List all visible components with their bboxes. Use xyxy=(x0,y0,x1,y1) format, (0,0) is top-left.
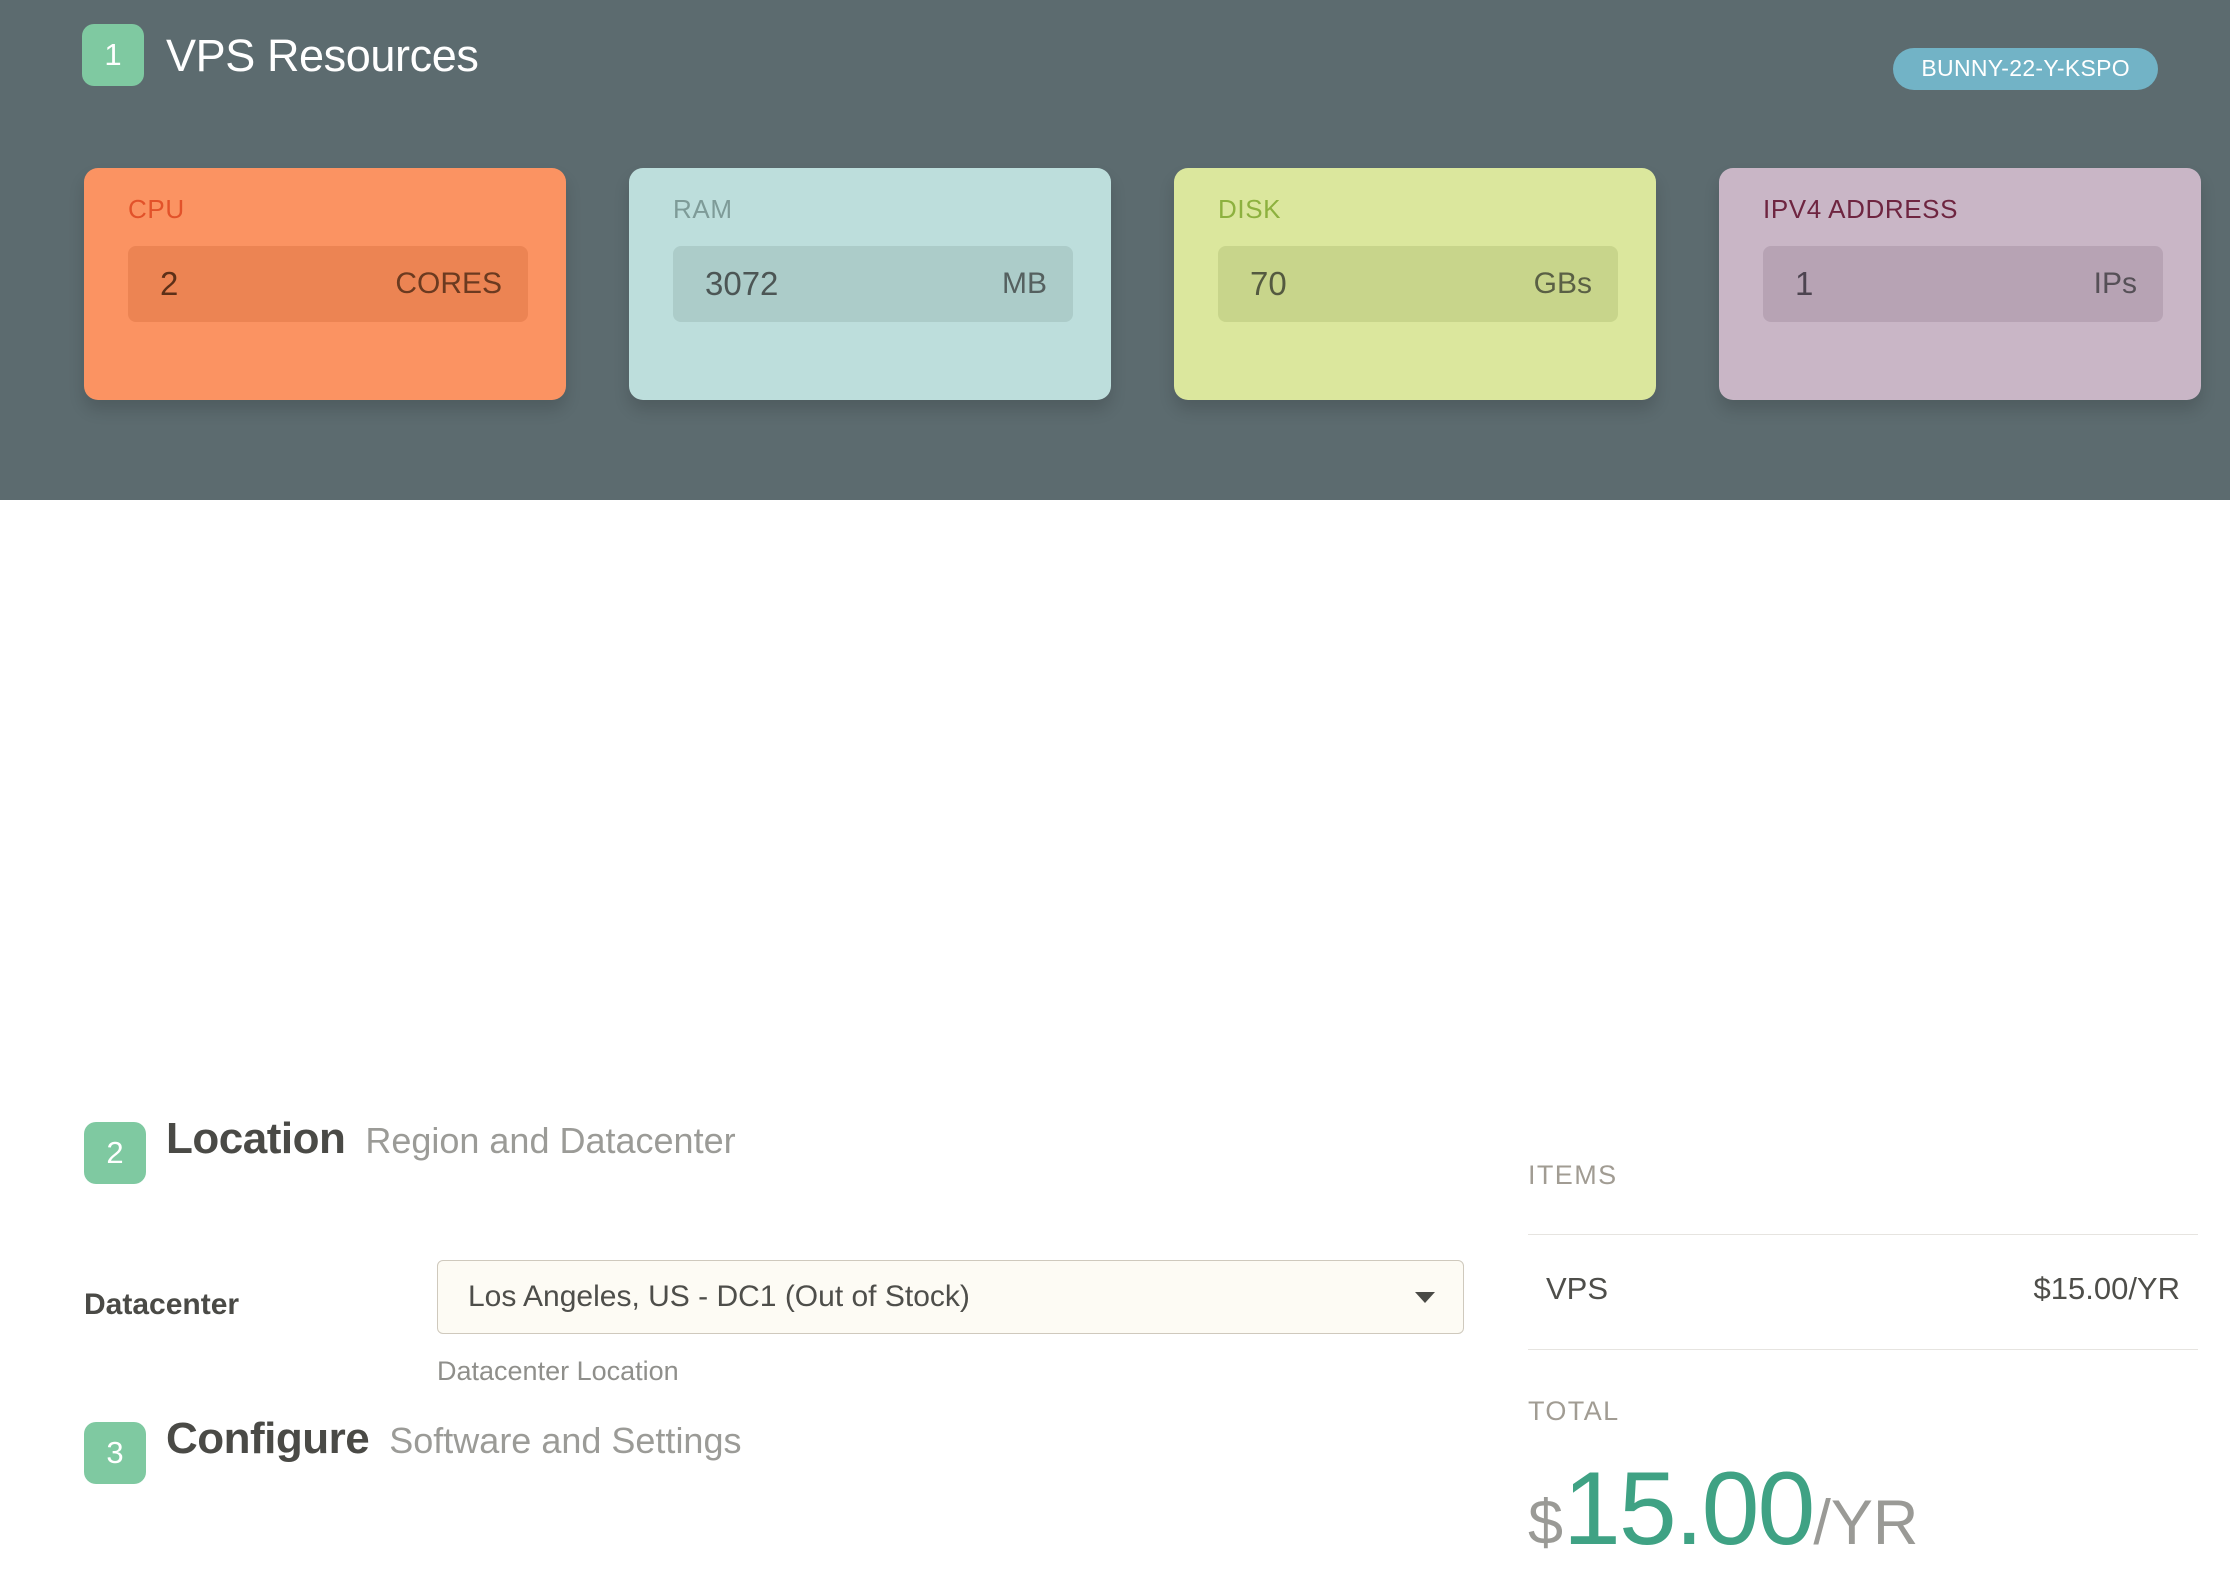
resource-unit-ram: MB xyxy=(1002,267,1047,300)
section-title-location: Location xyxy=(166,1114,346,1163)
datacenter-field-column: Los Angeles, US - DC1 (Out of Stock) Dat… xyxy=(437,1260,1464,1387)
items-divider-bottom xyxy=(1528,1349,2198,1350)
resource-input-cpu[interactable]: 2 CORES xyxy=(128,246,528,322)
total-currency-symbol: $ xyxy=(1528,1488,1564,1558)
order-summary-rail: ITEMS VPS $15.00/YR TOTAL $ 15.00 /YR LO… xyxy=(1528,1160,2198,1596)
resource-card-cpu: CPU 2 CORES xyxy=(84,168,566,400)
resource-unit-cpu: CORES xyxy=(395,267,502,300)
resource-label-ipv4: IPV4 ADDRESS xyxy=(1763,194,1959,224)
resource-card-ipv4: IPV4 ADDRESS 1 IPs xyxy=(1719,168,2201,400)
resource-card-disk: DISK 70 GBs xyxy=(1174,168,1656,400)
resource-value-ipv4: 1 xyxy=(1795,265,1814,302)
chevron-down-icon xyxy=(1415,1291,1435,1303)
resource-input-disk[interactable]: 70 GBs xyxy=(1218,246,1618,322)
resource-value-cpu: 2 xyxy=(160,265,179,302)
datacenter-selected-value: Los Angeles, US - DC1 (Out of Stock) xyxy=(468,1280,970,1313)
datacenter-help-text: Datacenter Location xyxy=(437,1356,679,1386)
resource-card-row: CPU 2 CORES RAM 3072 MB DISK 70 GBs IPV4… xyxy=(84,168,2201,400)
section-title-configure: Configure xyxy=(166,1414,370,1463)
resource-label-disk: DISK xyxy=(1218,194,1282,224)
items-caption: ITEMS xyxy=(1528,1160,1618,1190)
step-badge-2: 2 xyxy=(84,1122,146,1184)
resource-label-ram: RAM xyxy=(673,194,733,224)
page-body: 2 Location Region and Datacenter Datacen… xyxy=(0,500,2230,1596)
resource-value-ram: 3072 xyxy=(705,265,779,302)
summary-item-price: $15.00/YR xyxy=(2033,1271,2181,1306)
step-badge-3: 3 xyxy=(84,1422,146,1484)
resource-label-cpu: CPU xyxy=(128,194,185,224)
section-subtitle-location: Region and Datacenter xyxy=(365,1120,736,1161)
total-caption: TOTAL xyxy=(1528,1396,1620,1426)
datacenter-label: Datacenter xyxy=(84,1288,240,1321)
hero-title-row: 1 VPS Resources xyxy=(82,24,479,86)
total-value: 15.00 xyxy=(1563,1451,1815,1567)
total-period: /YR xyxy=(1813,1488,1919,1558)
summary-line-item-vps: VPS $15.00/YR xyxy=(1528,1235,2198,1307)
section-header-configure: 3 Configure Software and Settings xyxy=(84,1412,742,1484)
section-header-location: 2 Location Region and Datacenter xyxy=(84,1112,736,1184)
resource-unit-ipv4: IPs xyxy=(2093,267,2137,300)
plan-code-badge: BUNNY-22-Y-KSPO xyxy=(1893,48,2158,90)
resource-card-ram: RAM 3072 MB xyxy=(629,168,1111,400)
resource-input-ram[interactable]: 3072 MB xyxy=(673,246,1073,322)
resource-input-ipv4[interactable]: 1 IPs xyxy=(1763,246,2163,322)
page-title: VPS Resources xyxy=(166,29,479,81)
summary-item-name: VPS xyxy=(1546,1271,1609,1306)
datacenter-field-row: Datacenter Los Angeles, US - DC1 (Out of… xyxy=(84,1260,1464,1387)
datacenter-select[interactable]: Los Angeles, US - DC1 (Out of Stock) xyxy=(437,1260,1464,1334)
total-amount: $ 15.00 /YR xyxy=(1528,1457,2198,1561)
step-badge-1: 1 xyxy=(82,24,144,86)
resource-value-disk: 70 xyxy=(1250,265,1287,302)
vps-resources-header: 1 VPS Resources BUNNY-22-Y-KSPO CPU 2 CO… xyxy=(0,0,2230,500)
resource-unit-disk: GBs xyxy=(1533,267,1592,300)
section-subtitle-configure: Software and Settings xyxy=(389,1420,742,1461)
